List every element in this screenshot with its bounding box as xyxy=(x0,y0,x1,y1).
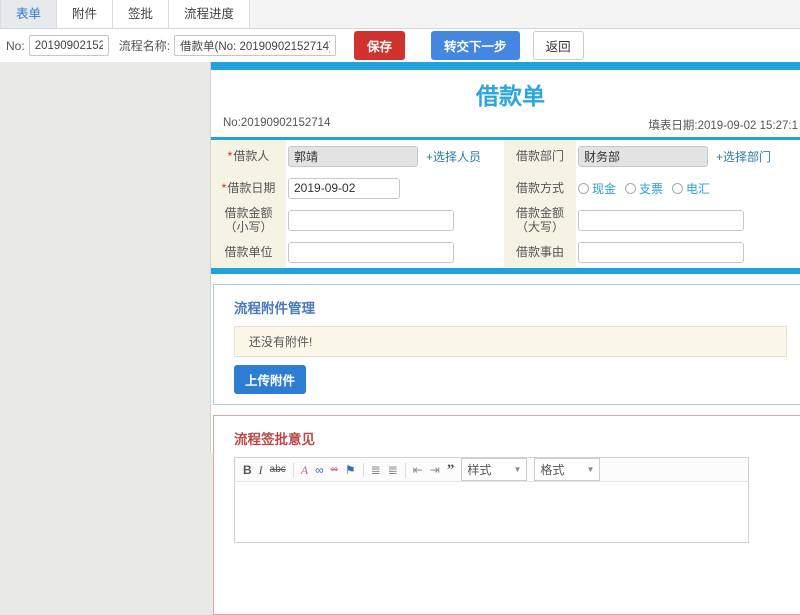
amount-lower-label: 借款金额（小写） xyxy=(211,204,286,236)
chevron-down-icon: ▼ xyxy=(513,465,522,474)
toolbar-separator xyxy=(362,462,364,477)
ordered-list-icon[interactable]: ≣ xyxy=(371,463,381,477)
tab-form[interactable]: 表单 xyxy=(0,0,58,28)
remove-format-icon[interactable]: A xyxy=(301,463,308,477)
format-dropdown[interactable]: 格式 ▼ xyxy=(534,458,601,481)
loan-reason-label: 借款事由 xyxy=(504,236,576,268)
unlink-icon[interactable]: ∞ xyxy=(331,463,338,477)
editor-content-area[interactable] xyxy=(235,482,748,542)
bottom-accent-bar xyxy=(211,268,800,274)
unordered-list-icon[interactable]: ≣ xyxy=(388,463,398,477)
loan-method-label: 借款方式 xyxy=(504,172,576,204)
radio-icon[interactable] xyxy=(625,182,637,194)
approval-heading: 流程签批意见 xyxy=(234,432,315,447)
loan-method-radios: 现金 支票 电汇 xyxy=(578,180,710,197)
required-mark: * xyxy=(221,181,227,195)
amount-lower-input[interactable] xyxy=(288,209,454,231)
page-title: 借款单 xyxy=(476,83,545,109)
tab-progress[interactable]: 流程进度 xyxy=(169,0,251,28)
form-no-text: No:20190902152714 xyxy=(223,117,331,129)
chevron-down-icon: ▼ xyxy=(586,465,595,474)
bold-icon[interactable]: B xyxy=(243,463,252,477)
indent-icon[interactable]: ⇥ xyxy=(430,463,440,477)
strikethrough-icon[interactable]: abc xyxy=(270,463,286,477)
no-attachment-notice: 还没有附件! xyxy=(234,326,787,357)
radio-cash[interactable]: 现金 xyxy=(578,180,616,197)
save-button[interactable]: 保存 xyxy=(354,31,406,60)
radio-cheque[interactable]: 支票 xyxy=(625,180,663,197)
attachment-heading: 流程附件管理 xyxy=(234,301,315,316)
outdent-icon[interactable]: ⇤ xyxy=(413,463,423,477)
attachment-section: 流程附件管理 还没有附件! 上传附件 xyxy=(213,284,800,405)
command-bar: No: 流程名称: 保存 转交下一步 返回 xyxy=(0,29,800,62)
no-label: No: xyxy=(6,38,25,53)
toolbar-separator xyxy=(404,462,406,477)
radio-icon[interactable] xyxy=(672,182,684,194)
form-meta-row: No:20190902152714 填表日期:2019-09-02 15:27:… xyxy=(211,115,800,137)
top-accent-bar xyxy=(211,62,800,70)
form-date-text: 填表日期:2019-09-02 15:27:1 xyxy=(648,120,798,132)
toolbar-separator xyxy=(292,462,294,477)
tab-approval[interactable]: 签批 xyxy=(113,0,170,28)
next-step-button[interactable]: 转交下一步 xyxy=(431,31,520,60)
loan-unit-input[interactable] xyxy=(288,241,454,263)
upload-attachment-button[interactable]: 上传附件 xyxy=(234,365,307,394)
amount-upper-input[interactable] xyxy=(578,209,744,231)
borrower-input[interactable] xyxy=(288,145,418,167)
editor-toolbar: B I abc A ∞ ∞ ⚑ ≣ ≣ ⇤ ⇥ ” 样式 ▼ 格式 ▼ xyxy=(235,458,748,482)
tab-attachments[interactable]: 附件 xyxy=(57,0,114,28)
no-input[interactable] xyxy=(28,35,109,56)
flow-name-label: 流程名称: xyxy=(118,39,171,53)
borrower-label: *借款人 xyxy=(211,140,286,172)
select-department-link[interactable]: +选择部门 xyxy=(716,148,771,165)
loan-unit-label: 借款单位 xyxy=(211,236,286,268)
loan-date-label: *借款日期 xyxy=(211,172,286,204)
back-button[interactable]: 返回 xyxy=(532,31,584,60)
loan-form-panel: 借款单 No:20190902152714 填表日期:2019-09-02 15… xyxy=(210,62,800,615)
loan-date-input[interactable] xyxy=(288,177,400,199)
department-input[interactable] xyxy=(578,145,708,167)
radio-icon[interactable] xyxy=(578,182,589,194)
tab-bar: 表单 附件 签批 流程进度 xyxy=(0,0,800,29)
loan-reason-input[interactable] xyxy=(578,241,744,263)
approval-section: 流程签批意见 B I abc A ∞ ∞ ⚑ ≣ ≣ ⇤ ⇥ ” 样式 ▼ 格式… xyxy=(213,415,800,615)
radio-wire[interactable]: 电汇 xyxy=(672,180,710,197)
blockquote-icon[interactable]: ” xyxy=(447,462,455,477)
required-mark: * xyxy=(227,149,233,163)
select-person-link[interactable]: +选择人员 xyxy=(426,148,481,165)
department-label: 借款部门 xyxy=(504,140,576,172)
amount-upper-label: 借款金额（大写） xyxy=(504,204,576,236)
loan-form-grid: *借款人 +选择人员 借款部门 +选择部门 *借款日期 借款方式 现金 xyxy=(211,140,800,268)
link-icon[interactable]: ∞ xyxy=(315,463,324,477)
flow-name-input[interactable] xyxy=(174,35,337,56)
styles-dropdown[interactable]: 样式 ▼ xyxy=(461,458,528,481)
anchor-flag-icon[interactable]: ⚑ xyxy=(345,463,356,477)
rich-text-editor: B I abc A ∞ ∞ ⚑ ≣ ≣ ⇤ ⇥ ” 样式 ▼ 格式 ▼ xyxy=(234,457,749,543)
italic-icon[interactable]: I xyxy=(259,463,263,477)
